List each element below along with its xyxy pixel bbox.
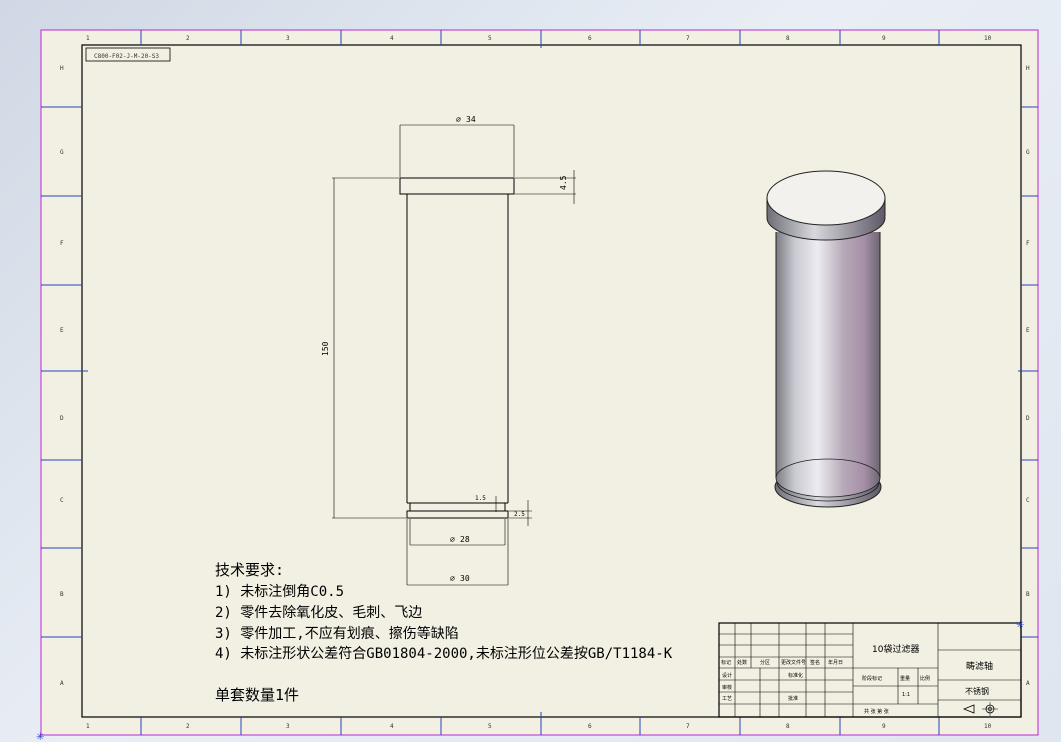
tb-row-label: 处数 bbox=[737, 659, 747, 666]
zone-number: 9 bbox=[882, 723, 886, 730]
zone-letter: E bbox=[60, 327, 64, 334]
tb-design-label: 设计 bbox=[722, 672, 732, 679]
tb-row-label: 更改文件号 bbox=[781, 659, 806, 666]
dim-flange-height: 4.5 bbox=[559, 175, 568, 190]
zone-number: 5 bbox=[488, 723, 492, 730]
zone-number: 4 bbox=[390, 723, 394, 730]
note-item: 4) 未标注形状公差符合GB01804-2000,未标注形位公差按GB/T118… bbox=[215, 646, 673, 662]
tb-row-label: 标记 bbox=[721, 659, 731, 666]
zone-letter: H bbox=[60, 65, 64, 72]
note-item: 3) 零件加工,不应有划痕、擦伤等缺陷 bbox=[215, 625, 459, 642]
tb-material: 不锈钢 bbox=[965, 686, 989, 696]
zone-letter: G bbox=[1026, 149, 1030, 156]
tb-part-name: 畴滤轴 bbox=[966, 660, 993, 672]
zone-number: 3 bbox=[286, 723, 290, 730]
tb-scale-label: 比例 bbox=[920, 675, 930, 682]
zone-letter: H bbox=[1026, 65, 1030, 72]
zone-number: 8 bbox=[786, 35, 790, 42]
zone-letter: A bbox=[60, 680, 64, 687]
zone-number: 9 bbox=[882, 35, 886, 42]
zone-letter: B bbox=[1026, 591, 1030, 598]
zone-letter: E bbox=[1026, 327, 1030, 334]
corner-marker-icon: ✳ bbox=[1016, 620, 1024, 631]
tb-row-label: 分区 bbox=[760, 659, 770, 666]
zone-number: 7 bbox=[686, 723, 690, 730]
zone-number: 2 bbox=[186, 35, 190, 42]
tb-row-label: 签名 bbox=[810, 659, 820, 666]
zone-number: 7 bbox=[686, 35, 690, 42]
zone-number: 1 bbox=[86, 35, 90, 42]
corner-marker-icon: ✳ bbox=[36, 732, 44, 742]
zone-letter: D bbox=[1026, 415, 1030, 422]
zone-number: 2 bbox=[186, 723, 190, 730]
drawing-sheet bbox=[40, 29, 1039, 736]
tb-weight-label: 重量 bbox=[900, 675, 910, 682]
zone-letter: D bbox=[60, 415, 64, 422]
note-item: 1) 未标注倒角C0.5 bbox=[215, 584, 344, 600]
drawing-number: C800-F02-J-M-20-S3 bbox=[94, 53, 159, 60]
dim-groove-diameter: 28 bbox=[460, 535, 470, 544]
zone-number: 3 bbox=[286, 35, 290, 42]
zone-number: 5 bbox=[488, 35, 492, 42]
dim-groove-width: 1.5 bbox=[475, 495, 486, 502]
zone-number: 8 bbox=[786, 723, 790, 730]
zone-letter: F bbox=[60, 240, 64, 247]
tb-sheet-label: 共 张 第 张 bbox=[864, 708, 889, 715]
tb-process-label: 工艺 bbox=[722, 696, 732, 702]
tb-approve-label: 批准 bbox=[788, 695, 798, 702]
zone-letter: C bbox=[60, 497, 64, 504]
notes-title: 技术要求: bbox=[215, 561, 284, 579]
zone-number: 6 bbox=[588, 723, 592, 730]
zone-letter: C bbox=[1026, 497, 1030, 504]
tb-check-label: 审核 bbox=[722, 684, 732, 691]
zone-letter: B bbox=[60, 591, 64, 598]
dim-overall-length: 150 bbox=[321, 341, 330, 356]
zone-number: 10 bbox=[984, 723, 992, 730]
tb-row-label: 年月日 bbox=[828, 659, 843, 666]
zone-letter: G bbox=[60, 149, 64, 156]
dim-bottom-step: 2.5 bbox=[514, 511, 525, 518]
diameter-icon: ⌀ bbox=[450, 574, 455, 583]
zone-letter: A bbox=[1026, 680, 1030, 687]
note-item: 2) 零件去除氧化皮、毛刺、飞边 bbox=[215, 605, 422, 621]
zone-number: 1 bbox=[86, 723, 90, 730]
zone-number: 10 bbox=[984, 35, 992, 42]
tb-scale-value: 1:1 bbox=[902, 692, 910, 698]
quantity-note: 单套数量1件 bbox=[215, 686, 299, 704]
dim-top-diameter: 34 bbox=[466, 115, 476, 124]
shaft-isometric-view[interactable] bbox=[766, 170, 886, 508]
zone-letter: F bbox=[1026, 240, 1030, 247]
diameter-icon: ⌀ bbox=[456, 115, 461, 124]
dim-bottom-diameter: 30 bbox=[460, 574, 470, 583]
zone-number: 6 bbox=[588, 35, 592, 42]
tb-std-label: 标准化 bbox=[788, 672, 803, 679]
tb-assembly-name: 10袋过滤器 bbox=[872, 643, 919, 655]
drawing-canvas[interactable]: 1 2 3 4 5 6 7 8 9 10 1 2 3 4 5 6 7 8 9 1… bbox=[0, 0, 1061, 742]
tb-stage-label: 阶段标记 bbox=[862, 675, 882, 682]
diameter-icon: ⌀ bbox=[450, 535, 455, 544]
zone-number: 4 bbox=[390, 35, 394, 42]
